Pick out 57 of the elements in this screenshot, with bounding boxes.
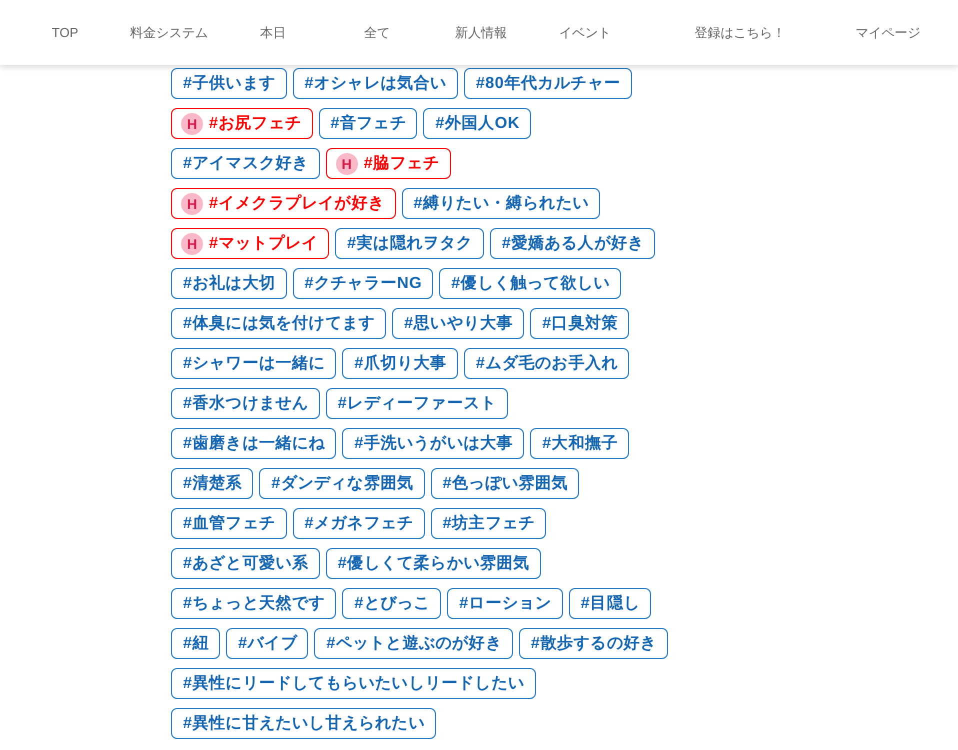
nav-link[interactable]: 本日 [260, 24, 286, 42]
tag-link[interactable]: #実は隠れヲタク [335, 228, 484, 259]
tag-link[interactable]: #シャワーは一緒に [171, 348, 336, 379]
h-badge: H [181, 112, 203, 134]
tag-link[interactable]: #80年代カルチャー [464, 68, 632, 99]
h-badge: H [336, 152, 358, 174]
tag-link[interactable]: #散歩するの好き [518, 628, 668, 659]
tag-link[interactable]: #メガネフェチ [292, 508, 425, 539]
tag-link[interactable]: #大和撫子 [530, 428, 630, 459]
tag-link[interactable]: #思いやり大事 [392, 308, 524, 339]
tag-link[interactable]: #ムダ毛のお手入れ [464, 348, 630, 379]
nav-link[interactable]: TOP [52, 25, 78, 40]
tag-link[interactable]: #とびっこ [342, 588, 442, 619]
nav-link[interactable]: 登録はこちら！ [694, 24, 786, 42]
tag-link[interactable]: #香水つけません [171, 388, 320, 419]
tag-link[interactable]: #目隠し [568, 588, 652, 619]
tag-link[interactable]: #愛嬌ある人が好き [490, 228, 656, 259]
tag-link[interactable]: #異性にリードしてもらいたいしリードしたい [171, 668, 536, 699]
tag-link[interactable]: #バイブ [226, 628, 308, 659]
tag-link[interactable]: #縛りたい・縛られたい [402, 188, 600, 219]
nav-link[interactable]: 全て [364, 24, 390, 42]
tag-link[interactable]: H #イメクラプレイが好き [171, 188, 396, 219]
tag-link[interactable]: #クチャラーNG [292, 268, 434, 299]
nav-link[interactable]: イベント [559, 24, 611, 42]
tag-link[interactable]: #歯磨きは一緒にね [171, 428, 336, 459]
tag-link[interactable]: #ローション [447, 588, 563, 619]
tag-link[interactable]: #口臭対策 [530, 308, 630, 339]
tag-link[interactable]: #異性に甘えたいし甘えられたい [171, 708, 436, 739]
tag-link[interactable]: #あざと可愛い系 [171, 548, 320, 579]
nav-link[interactable]: マイページ [856, 24, 920, 42]
tag-link[interactable]: H #脇フェチ [326, 148, 451, 179]
tag-link[interactable]: #ペットと遊ぶのが好き [314, 628, 513, 659]
tag-link[interactable]: #優しくて柔らかい雰囲気 [326, 548, 541, 579]
h-badge: H [181, 192, 203, 214]
tag-link[interactable]: #優しく触って欲しい [439, 268, 622, 299]
tag-link[interactable]: #ちょっと天然です [171, 588, 336, 619]
tag-link[interactable]: #血管フェチ [171, 508, 286, 539]
tag-link[interactable]: #ダンディな雰囲気 [259, 468, 425, 499]
tag-link[interactable]: #清楚系 [171, 468, 254, 499]
tag-link[interactable]: #爪切り大事 [342, 348, 458, 379]
nav-link[interactable]: 料金システム [130, 24, 208, 42]
h-badge: H [181, 232, 203, 254]
tag-link[interactable]: #オシャレは気合い [292, 68, 458, 99]
tag-link[interactable]: H #マットプレイ [171, 228, 330, 259]
tag-link[interactable]: #手洗いうがいは大事 [342, 428, 524, 459]
nav-link[interactable]: 新人情報 [455, 24, 507, 42]
tag-link[interactable]: H #お尻フェチ [171, 108, 312, 139]
tag-link[interactable]: #アイマスク好き [171, 148, 320, 179]
tag-link[interactable]: #外国人OK [423, 108, 531, 139]
tag-link[interactable]: #レディーファースト [326, 388, 508, 419]
tag-link[interactable]: #紐 [171, 628, 220, 659]
tag-link[interactable]: #坊主フェチ [430, 508, 546, 539]
tag-link[interactable]: #お礼は大切 [171, 268, 286, 299]
tag-link[interactable]: #体臭には気を付けてます [171, 308, 386, 339]
tag-link[interactable]: #色っぽい雰囲気 [430, 468, 580, 499]
tag-link[interactable]: #子供います [171, 68, 286, 99]
tag-link[interactable]: #音フェチ [318, 108, 418, 139]
